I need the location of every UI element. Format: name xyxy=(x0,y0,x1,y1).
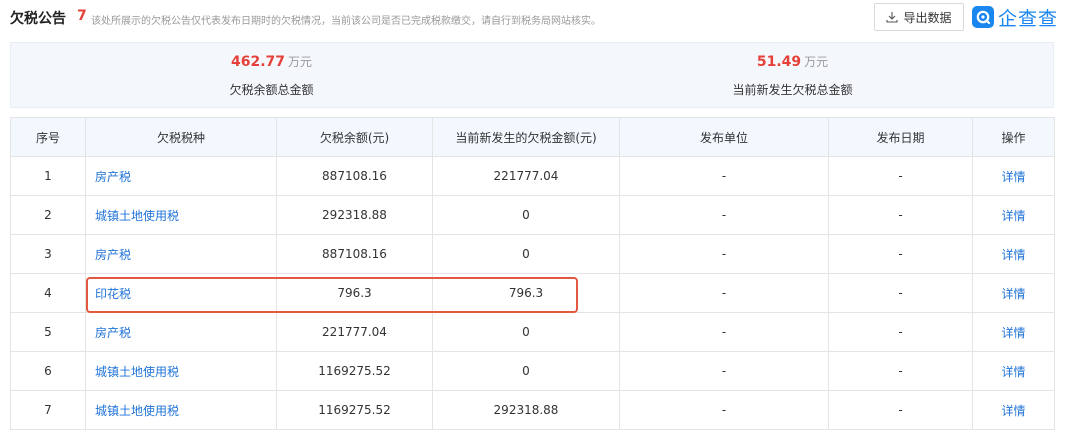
record-count: 7 xyxy=(77,8,87,24)
new-amount-cell: 796.3 xyxy=(432,273,620,313)
row-index: 2 xyxy=(10,195,86,235)
table-row: 1 房产税 887108.16 221777.04 - - 详情 xyxy=(10,156,1055,196)
tax-type-link[interactable]: 房产税 xyxy=(85,312,277,352)
table-row: 2 城镇土地使用税 292318.88 0 - - 详情 xyxy=(10,195,1055,235)
table-row: 7 城镇土地使用税 1169275.52 292318.88 - - 详情 xyxy=(10,390,1055,430)
tax-type-link[interactable]: 房产税 xyxy=(85,234,277,274)
detail-link[interactable]: 详情 xyxy=(972,234,1055,274)
publisher-cell: - xyxy=(619,234,829,274)
new-total-unit: 万元 xyxy=(804,55,829,69)
new-amount-cell: 221777.04 xyxy=(432,156,620,196)
publisher-cell: - xyxy=(619,312,829,352)
detail-link[interactable]: 详情 xyxy=(972,390,1055,430)
col-header-new-amount: 当前新发生的欠税金额(元) xyxy=(432,117,620,157)
balance-cell: 1169275.52 xyxy=(276,390,433,430)
col-header-index: 序号 xyxy=(10,117,86,157)
detail-link[interactable]: 详情 xyxy=(972,351,1055,391)
balance-cell: 292318.88 xyxy=(276,195,433,235)
new-total-amount: 51.49 xyxy=(756,54,802,70)
publish-date-cell: - xyxy=(828,195,973,235)
tax-type-link[interactable]: 城镇土地使用税 xyxy=(85,351,277,391)
publisher-cell: - xyxy=(619,390,829,430)
row-index: 6 xyxy=(10,351,86,391)
table-row: 6 城镇土地使用税 1169275.52 0 - - 详情 xyxy=(10,351,1055,391)
summary-panel: 462.77 万元 欠税余额总金额 51.49 万元 当前新发生欠税总金额 xyxy=(10,42,1054,108)
col-header-action: 操作 xyxy=(972,117,1055,157)
logo-text: 企查查 xyxy=(998,7,1059,30)
balance-cell: 887108.16 xyxy=(276,156,433,196)
qichacha-logo-icon xyxy=(972,6,994,28)
publish-date-cell: - xyxy=(828,312,973,352)
balance-total-label: 欠税余额总金额 xyxy=(229,83,314,97)
brand-logo: 企查查 xyxy=(972,3,1058,31)
section-title: 欠税公告 xyxy=(10,11,66,27)
publish-date-cell: - xyxy=(828,234,973,274)
table-row: 4 印花税 796.3 796.3 - - 详情 xyxy=(10,273,1055,313)
tax-type-link[interactable]: 城镇土地使用税 xyxy=(85,195,277,235)
col-header-publisher: 发布单位 xyxy=(619,117,829,157)
detail-link[interactable]: 详情 xyxy=(972,273,1055,313)
balance-total-unit: 万元 xyxy=(288,55,313,69)
download-icon xyxy=(886,11,899,23)
new-total-label: 当前新发生欠税总金额 xyxy=(732,83,853,97)
summary-balance-total: 462.77 万元 欠税余额总金额 xyxy=(11,43,532,107)
publisher-cell: - xyxy=(619,351,829,391)
tax-type-link[interactable]: 房产税 xyxy=(85,156,277,196)
tax-type-link[interactable]: 城镇土地使用税 xyxy=(85,390,277,430)
tax-type-link[interactable]: 印花税 xyxy=(85,273,277,313)
balance-cell: 887108.16 xyxy=(276,234,433,274)
detail-link[interactable]: 详情 xyxy=(972,156,1055,196)
detail-link[interactable]: 详情 xyxy=(972,312,1055,352)
row-index: 5 xyxy=(10,312,86,352)
export-data-label: 导出数据 xyxy=(903,10,952,25)
row-index: 4 xyxy=(10,273,86,313)
new-amount-cell: 292318.88 xyxy=(432,390,620,430)
detail-link[interactable]: 详情 xyxy=(972,195,1055,235)
new-amount-cell: 0 xyxy=(432,312,620,352)
col-header-publish-date: 发布日期 xyxy=(828,117,973,157)
table-row: 3 房产税 887108.16 0 - - 详情 xyxy=(10,234,1055,274)
table-row: 5 房产税 221777.04 0 - - 详情 xyxy=(10,312,1055,352)
section-header: 欠税公告 7 该处所展示的欠税公告仅代表发布日期时的欠税情况，当前该公司是否已完… xyxy=(10,0,1072,38)
summary-new-total: 51.49 万元 当前新发生欠税总金额 xyxy=(532,43,1053,107)
new-amount-cell: 0 xyxy=(432,195,620,235)
new-amount-cell: 0 xyxy=(432,234,620,274)
row-index: 3 xyxy=(10,234,86,274)
col-header-balance: 欠税余额(元) xyxy=(276,117,433,157)
balance-cell: 796.3 xyxy=(276,273,433,313)
publisher-cell: - xyxy=(619,156,829,196)
publish-date-cell: - xyxy=(828,156,973,196)
publisher-cell: - xyxy=(619,273,829,313)
col-header-tax-type: 欠税税种 xyxy=(85,117,277,157)
new-amount-cell: 0 xyxy=(432,351,620,391)
tax-arrears-table: 序号 欠税税种 欠税余额(元) 当前新发生的欠税金额(元) 发布单位 发布日期 … xyxy=(10,117,1055,430)
publisher-cell: - xyxy=(619,195,829,235)
publish-date-cell: - xyxy=(828,351,973,391)
balance-cell: 1169275.52 xyxy=(276,351,433,391)
disclaimer-note: 该处所展示的欠税公告仅代表发布日期时的欠税情况，当前该公司是否已完成税款缴交，请… xyxy=(91,16,601,27)
publish-date-cell: - xyxy=(828,390,973,430)
row-index: 1 xyxy=(10,156,86,196)
row-index: 7 xyxy=(10,390,86,430)
balance-cell: 221777.04 xyxy=(276,312,433,352)
balance-total-amount: 462.77 xyxy=(230,54,285,70)
export-data-button[interactable]: 导出数据 xyxy=(874,3,964,31)
publish-date-cell: - xyxy=(828,273,973,313)
table-header-row: 序号 欠税税种 欠税余额(元) 当前新发生的欠税金额(元) 发布单位 发布日期 … xyxy=(10,117,1055,157)
